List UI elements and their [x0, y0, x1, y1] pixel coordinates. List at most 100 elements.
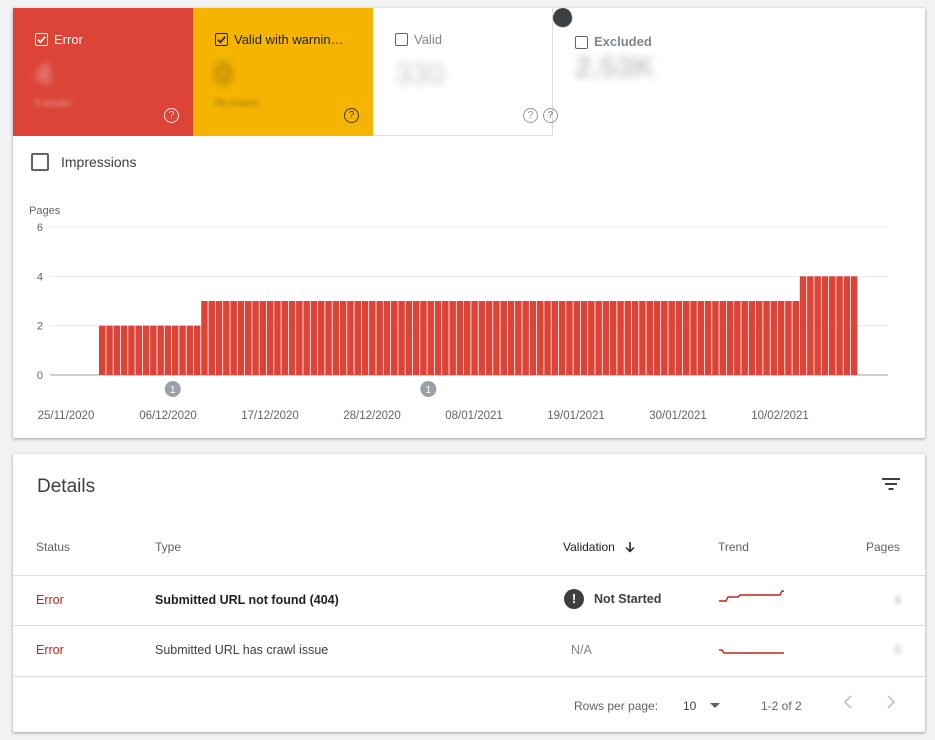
tile-excluded[interactable]: Excluded 2.53K ? — [543, 8, 655, 123]
bar — [843, 276, 851, 375]
column-header-pages[interactable]: Pages — [866, 540, 900, 554]
bar — [617, 301, 624, 375]
x-tick-label: 17/12/2020 — [241, 410, 299, 422]
bar — [850, 276, 858, 375]
y-tick-label: 2 — [37, 321, 43, 333]
checkbox-unchecked-icon[interactable] — [575, 35, 588, 49]
impressions-label: Impressions — [61, 154, 137, 170]
bar — [405, 301, 413, 375]
table-row[interactable]: Error Submitted URL not found (404) ! No… — [13, 575, 925, 625]
bar — [734, 301, 741, 375]
bar — [471, 301, 478, 375]
bar — [361, 301, 369, 375]
bar — [230, 301, 237, 375]
bar — [610, 301, 617, 375]
chevron-down-icon[interactable] — [710, 703, 720, 709]
help-icon[interactable]: ? — [523, 108, 538, 123]
checkbox-unchecked-icon[interactable] — [31, 153, 49, 171]
tile-subtext: 5 issues — [35, 98, 72, 109]
tile-valid-with-warnings[interactable]: Valid with warnin… 0 No issues ? — [193, 8, 373, 136]
x-tick-label: 10/02/2021 — [751, 410, 809, 422]
bar — [668, 301, 675, 375]
bar — [690, 301, 697, 375]
bar — [347, 301, 354, 375]
impressions-toggle[interactable]: Impressions — [31, 153, 136, 171]
row-pages: 4 — [894, 593, 901, 607]
trend-sparkline — [719, 590, 784, 602]
bar — [128, 325, 135, 375]
bar — [142, 325, 150, 375]
checkbox-checked-icon[interactable] — [35, 33, 48, 46]
bar — [99, 325, 106, 375]
help-icon[interactable]: ? — [543, 108, 558, 123]
bar — [529, 301, 537, 375]
bar — [369, 301, 376, 375]
bar — [807, 276, 814, 375]
bar — [602, 301, 610, 375]
column-header-status[interactable]: Status — [36, 540, 70, 554]
tile-valid[interactable]: Valid 330 ? — [373, 8, 553, 136]
help-icon[interactable]: ? — [164, 108, 179, 123]
table-row[interactable]: Error Submitted URL has crawl issue N/A … — [13, 625, 925, 675]
row-status: Error — [36, 593, 64, 607]
chevron-left-icon[interactable] — [843, 695, 853, 709]
column-header-validation[interactable]: Validation — [563, 540, 637, 554]
tile-count: 330 — [395, 58, 446, 91]
bar — [719, 301, 726, 375]
bar — [259, 301, 267, 375]
tile-error[interactable]: Error 4 5 issues ? — [13, 8, 193, 136]
bar — [208, 301, 215, 375]
tile-subtext: No issues — [215, 98, 259, 109]
row-pages: 0 — [894, 643, 901, 657]
bar — [266, 301, 274, 375]
bar — [631, 301, 639, 375]
bar — [748, 301, 756, 375]
x-tick-label: 19/01/2021 — [547, 410, 605, 422]
bar — [478, 301, 486, 375]
pages-bar-chart: Pages 0 2 4 6 25/11/2020 06/12/2020 17/12/2020 2… — [29, 205, 888, 422]
help-icon[interactable]: ? — [344, 108, 359, 123]
bar — [157, 325, 164, 375]
bar — [558, 301, 566, 375]
rows-per-page-select[interactable]: 10 — [683, 699, 696, 713]
column-header-label: Validation — [563, 540, 615, 554]
y-axis-label: Pages — [29, 205, 61, 217]
bar — [544, 301, 551, 375]
bar — [442, 301, 449, 375]
bar — [164, 325, 172, 375]
bar — [464, 301, 471, 375]
bar — [106, 325, 113, 375]
row-validation: N/A — [571, 643, 592, 657]
bar — [595, 301, 602, 375]
arrow-down-icon — [625, 542, 635, 553]
checkbox-unchecked-icon[interactable] — [395, 33, 408, 46]
bar — [580, 301, 588, 375]
bar — [420, 301, 427, 375]
bar — [756, 301, 763, 375]
table-pagination: Rows per page: 10 1-2 of 2 — [13, 676, 925, 732]
bar — [325, 301, 332, 375]
x-tick-label: 30/01/2021 — [649, 410, 707, 422]
annotation-label: 1 — [426, 385, 432, 396]
filter-icon[interactable] — [881, 476, 901, 492]
bar — [704, 301, 712, 375]
bar — [697, 301, 705, 375]
bar — [507, 301, 515, 375]
bar — [777, 301, 785, 375]
tile-label: Valid with warnin… — [234, 32, 344, 47]
rows-per-page-label: Rows per page: — [574, 699, 659, 713]
chevron-right-icon[interactable] — [886, 695, 896, 709]
column-header-type[interactable]: Type — [155, 540, 181, 554]
bar — [303, 301, 310, 375]
bar — [493, 301, 500, 375]
bar — [296, 301, 303, 375]
checkbox-checked-icon[interactable] — [215, 33, 228, 46]
pagination-range: 1-2 of 2 — [761, 699, 802, 713]
y-tick-label: 0 — [37, 370, 43, 382]
bar — [120, 325, 128, 375]
y-tick-label: 4 — [37, 271, 43, 283]
bar — [179, 325, 186, 375]
bar — [675, 301, 683, 375]
bar — [201, 301, 208, 375]
bar — [383, 301, 391, 375]
